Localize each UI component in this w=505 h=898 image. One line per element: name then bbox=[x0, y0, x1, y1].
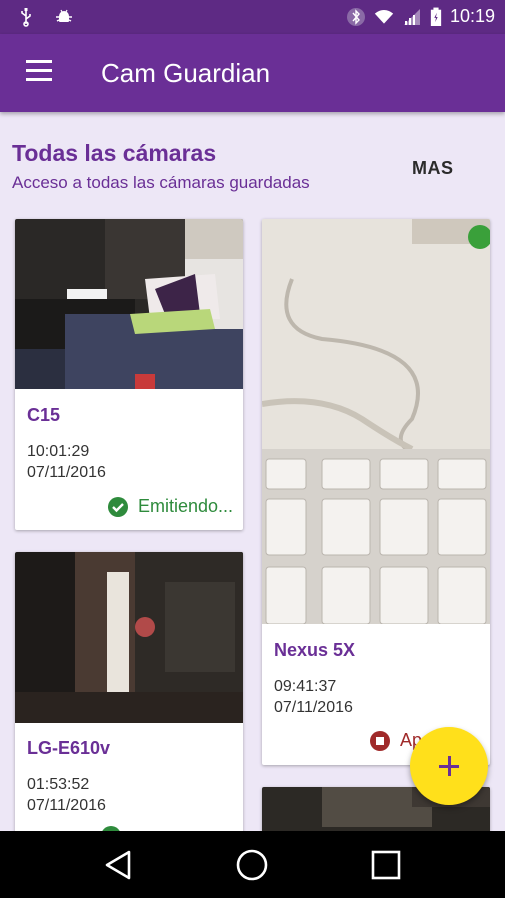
camera-name: Nexus 5X bbox=[274, 640, 356, 660]
home-icon[interactable] bbox=[234, 847, 270, 883]
camera-timestamp: 10:01:29 07/11/2016 bbox=[27, 441, 106, 483]
app-bar: Cam Guardian bbox=[0, 34, 505, 112]
camera-thumbnail bbox=[15, 219, 243, 389]
back-icon[interactable] bbox=[101, 847, 137, 883]
add-camera-button[interactable] bbox=[410, 727, 488, 805]
camera-card[interactable]: LG-E610v 01:53:52 07/11/2016 bbox=[15, 552, 243, 852]
camera-timestamp: 09:41:37 07/11/2016 bbox=[274, 676, 353, 718]
wifi-icon bbox=[374, 9, 394, 24]
camera-card[interactable]: Nexus 5X 09:41:37 07/11/2016 Ap bbox=[262, 219, 490, 765]
camera-time: 09:41:37 bbox=[274, 678, 337, 695]
navigation-bar bbox=[0, 831, 505, 898]
camera-name: C15 bbox=[27, 405, 61, 425]
camera-thumbnail bbox=[262, 219, 490, 624]
battery-icon bbox=[430, 7, 442, 26]
status-bar: 10:19 bbox=[0, 0, 505, 34]
camera-status-label: Emitiendo... bbox=[137, 496, 233, 516]
usb-icon bbox=[21, 8, 31, 27]
android-debug-icon bbox=[56, 9, 72, 22]
camera-date: 07/11/2016 bbox=[274, 699, 353, 716]
camera-card[interactable]: C15 10:01:29 07/11/2016 Emitiendo... bbox=[15, 219, 243, 530]
camera-name: LG-E610v bbox=[27, 738, 111, 758]
status-time: 10:19 bbox=[449, 6, 495, 26]
camera-timestamp: 01:53:52 07/11/2016 bbox=[27, 774, 106, 816]
recents-icon[interactable] bbox=[368, 847, 404, 883]
camera-date: 07/11/2016 bbox=[27, 797, 106, 814]
camera-time: 10:01:29 bbox=[27, 443, 90, 460]
camera-date: 07/11/2016 bbox=[27, 464, 106, 481]
more-button[interactable]: MAS bbox=[412, 158, 454, 179]
camera-status: Emitiendo... bbox=[107, 496, 233, 517]
bluetooth-icon bbox=[346, 7, 365, 26]
signal-icon bbox=[403, 8, 420, 25]
camera-time: 01:53:52 bbox=[27, 776, 90, 793]
status-left-icons bbox=[16, 7, 74, 27]
status-right-icons: 10:19 bbox=[346, 6, 495, 27]
camera-thumbnail bbox=[15, 552, 243, 723]
menu-icon[interactable] bbox=[22, 60, 56, 86]
stop-circle-icon bbox=[370, 730, 390, 751]
app-title: Cam Guardian bbox=[101, 58, 271, 88]
check-circle-icon bbox=[107, 496, 128, 517]
